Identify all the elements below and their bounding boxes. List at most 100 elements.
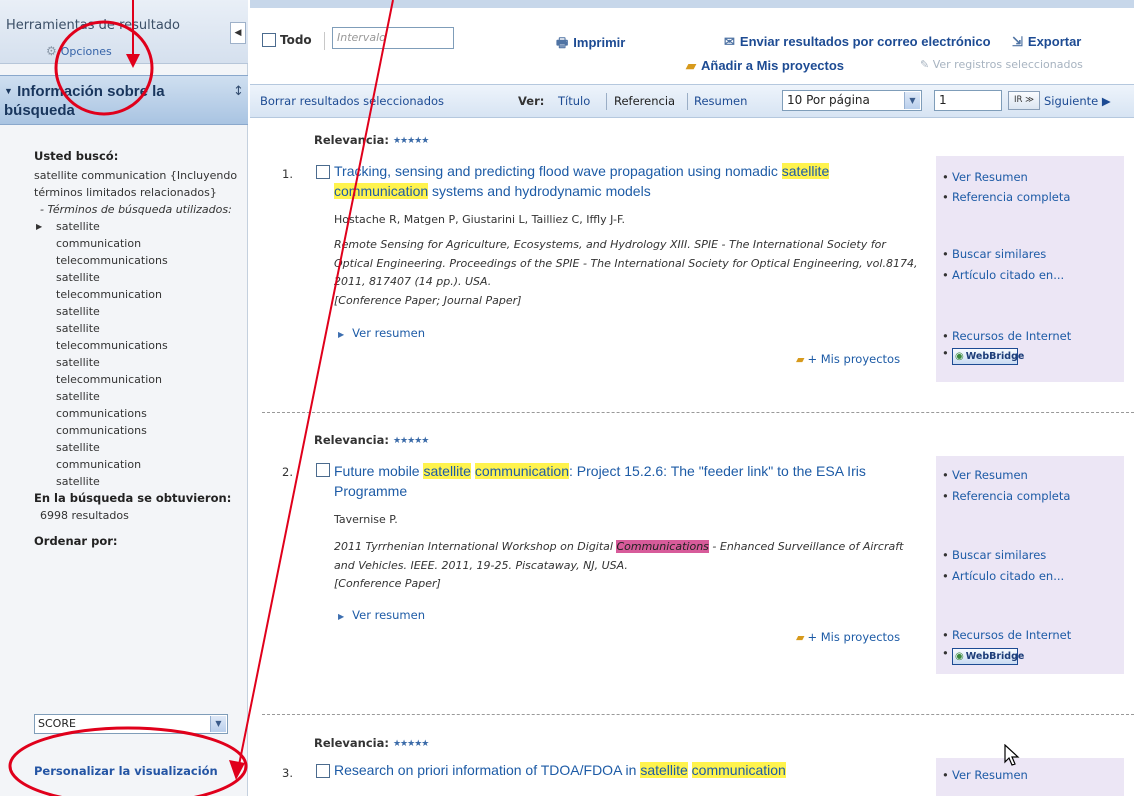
sort-value: SCORE — [38, 717, 76, 730]
view-summary-toggle[interactable]: ▶ Ver resumen — [338, 326, 425, 340]
view-summary-option[interactable]: Resumen — [694, 94, 747, 108]
clear-selected-link[interactable]: Borrar resultados seleccionados — [260, 94, 444, 108]
next-page-link[interactable]: Siguiente ▶ — [1044, 94, 1111, 108]
print-link[interactable]: 🖶 Imprimir — [556, 34, 625, 56]
highlight-term: communication — [334, 183, 429, 199]
highlight-term: satellite — [781, 163, 830, 179]
add-to-my-projects-link[interactable]: ▰ + Mis proyectos — [796, 352, 900, 366]
search-term: telecommunication — [56, 373, 162, 386]
result-checkbox[interactable] — [316, 165, 330, 179]
ver-resumen-link[interactable]: Ver Resumen — [942, 170, 1028, 184]
view-label: Ver: — [518, 94, 545, 108]
result-checkbox[interactable] — [316, 463, 330, 477]
page-number-input[interactable]: 1 — [934, 90, 1002, 111]
search-info-header[interactable]: ▼ Información sobre la búsqueda ↕ — [0, 75, 248, 125]
export-link[interactable]: ⇲ Exportar — [1012, 34, 1081, 50]
highlight-term: communication — [474, 463, 569, 479]
result-title-link[interactable]: Research on priori information of TDOA/F… — [334, 760, 920, 780]
internet-resources-link[interactable]: Recursos de Internet — [942, 628, 1071, 642]
highlight-term: satellite — [423, 463, 471, 479]
terms-used-label: - Términos de búsqueda utilizados: — [40, 203, 232, 216]
find-similar-link[interactable]: Buscar similares — [942, 548, 1046, 562]
collapse-sidebar-button[interactable]: ◀ — [230, 22, 246, 44]
sort-select[interactable]: SCORE ▼ — [34, 714, 228, 734]
select-all-checkbox[interactable] — [262, 33, 276, 47]
relevance-label: Relevancia: ★★★★★ — [314, 133, 429, 147]
webbridge-button[interactable]: ◉ WebBridge — [952, 648, 1024, 665]
search-term: telecommunications — [56, 254, 168, 267]
view-reference-option[interactable]: Referencia — [614, 94, 675, 108]
expand-triangle-icon: ▶ — [338, 612, 345, 621]
globe-icon: ◉ — [955, 351, 964, 362]
email-results-link[interactable]: ✉ Enviar resultados por correo electrónic… — [724, 34, 991, 50]
bullet: • — [942, 646, 949, 660]
obtained-label: En la búsqueda se obtuvieron: — [34, 491, 232, 505]
per-page-select[interactable]: 10 Por página ▼ — [782, 90, 922, 111]
folder-add-icon: ▰ — [796, 631, 805, 644]
webbridge-button[interactable]: ◉ WebBridge — [952, 348, 1024, 365]
search-term: satellite — [56, 322, 100, 335]
result-source: 2011 Tyrrhenian International Workshop o… — [334, 540, 904, 590]
result-checkbox[interactable] — [316, 764, 330, 778]
ver-resumen-link[interactable]: Ver Resumen — [942, 768, 1028, 782]
gear-icon: ⚙ — [46, 44, 57, 58]
search-info-title: ▼ Información sobre la búsqueda — [4, 83, 165, 119]
sidebar: Herramientas de resultado ◀ ⚙ Opciones ▼… — [0, 0, 248, 796]
result-title-link[interactable]: Future mobile satellite communication: P… — [334, 461, 920, 501]
result-authors: Tavernise P. — [334, 513, 398, 526]
highlight-term: satellite — [640, 762, 688, 778]
cited-in-link[interactable]: Artículo citado en... — [942, 569, 1064, 583]
result-divider — [262, 412, 1134, 413]
cited-in-link[interactable]: Artículo citado en... — [942, 268, 1064, 282]
search-info-panel: Usted buscó: satellite communication {In… — [34, 148, 239, 550]
view-records-icon: ✎ — [920, 58, 930, 71]
view-selected-records-link[interactable]: ✎ Ver registros seleccionados — [920, 58, 1083, 71]
per-page-value: 10 Por página — [787, 93, 870, 107]
chevron-down-icon[interactable]: ▼ — [210, 716, 226, 732]
results-tools-header: Herramientas de resultado ◀ ⚙ Opciones — [0, 0, 248, 64]
results-nav-bar: Borrar resultados seleccionados Ver: Tít… — [250, 84, 1134, 118]
searched-label: Usted buscó: — [34, 149, 119, 163]
search-term: satellite — [56, 271, 100, 284]
printer-icon: 🖶 — [556, 35, 569, 50]
search-term: communications — [56, 424, 147, 437]
folder-add-icon: ▰ — [796, 353, 805, 366]
personalize-view-link[interactable]: Personalizar la visualización — [34, 764, 218, 778]
search-term: satellite — [56, 356, 100, 369]
mouse-cursor-icon — [1004, 744, 1020, 766]
full-reference-link[interactable]: Referencia completa — [942, 190, 1070, 204]
go-button[interactable]: IR ≫ — [1008, 91, 1040, 110]
add-to-my-projects-link[interactable]: ▰ + Mis proyectos — [796, 630, 900, 644]
view-summary-toggle[interactable]: ▶ Ver resumen — [338, 608, 425, 622]
resize-icon[interactable]: ↕ — [233, 84, 244, 99]
folder-add-icon: ▰ — [686, 58, 696, 73]
chevron-down-icon[interactable]: ▼ — [904, 92, 920, 109]
result-actions-panel: Ver Resumen — [936, 758, 1124, 796]
result-number: 3. — [282, 766, 293, 780]
email-icon: ✉ — [724, 34, 735, 49]
result-authors: Hostache R, Matgen P, Giustarini L, Tail… — [334, 213, 625, 226]
range-input[interactable]: Intervalo — [332, 27, 454, 49]
view-title-option[interactable]: Título — [558, 94, 590, 108]
nav-divider — [606, 93, 607, 110]
relevance-label: Relevancia: ★★★★★ — [314, 736, 429, 750]
add-to-projects-link[interactable]: ▰ Añadir a Mis proyectos — [686, 58, 844, 74]
find-similar-link[interactable]: Buscar similares — [942, 247, 1046, 261]
relevance-stars: ★★★★★ — [392, 739, 429, 749]
result-title-link[interactable]: Tracking, sensing and predicting flood w… — [334, 161, 920, 201]
relevance-stars: ★★★★★ — [392, 436, 429, 446]
result-doc-type: [Conference Paper] — [334, 577, 441, 590]
options-link[interactable]: ⚙ Opciones — [46, 44, 112, 58]
result-number: 1. — [282, 167, 293, 181]
internet-resources-link[interactable]: Recursos de Internet — [942, 329, 1071, 343]
full-reference-link[interactable]: Referencia completa — [942, 489, 1070, 503]
search-query: satellite communication {Incluyendo térm… — [34, 169, 238, 199]
search-term: satellite — [56, 390, 100, 403]
results-count: 6998 resultados — [40, 509, 129, 522]
result-actions-panel: Ver Resumen Referencia completa Buscar s… — [936, 456, 1124, 674]
ver-resumen-link[interactable]: Ver Resumen — [942, 468, 1028, 482]
result-number: 2. — [282, 465, 293, 479]
bullet: • — [942, 346, 949, 360]
expand-triangle-icon: ▶ — [338, 330, 345, 339]
result-doc-type: [Conference Paper; Journal Paper] — [334, 293, 522, 307]
